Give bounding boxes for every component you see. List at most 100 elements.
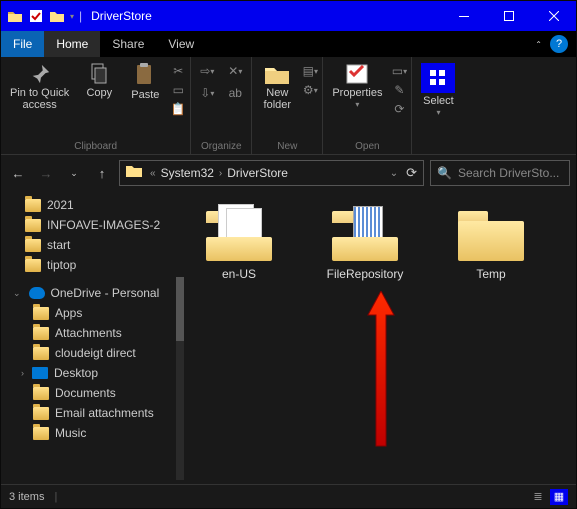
chevron-right-icon[interactable]: › [217, 168, 224, 179]
tree-item[interactable]: Music [1, 423, 184, 443]
copy-path-icon[interactable]: ▭ [170, 82, 186, 98]
group-open: Properties ▾ ▭▾ ✎ ⟳ Open [323, 57, 412, 154]
folder-icon [25, 259, 41, 272]
tab-view[interactable]: View [156, 31, 206, 57]
maximize-button[interactable] [486, 1, 531, 31]
folder-icon [7, 8, 23, 24]
pin-quick-access-button[interactable]: Pin to Quick access [5, 61, 74, 113]
recent-dropdown[interactable]: ⌄ [63, 162, 85, 184]
file-explorer-window: ▾ | DriverStore File Home Share View ⌃ ? [0, 0, 577, 509]
icons-view-button[interactable]: ▦ [550, 489, 568, 505]
tab-share[interactable]: Share [100, 31, 156, 57]
properties-button[interactable]: Properties ▾ [327, 61, 387, 112]
menu-bar: File Home Share View ⌃ ? [1, 31, 576, 57]
status-bar: 3 items | ≣ ▦ [1, 484, 576, 508]
tab-file[interactable]: File [1, 31, 44, 57]
scrollbar-thumb[interactable] [176, 277, 184, 341]
folder-label: en-US [222, 267, 256, 281]
folder-icon [33, 387, 49, 400]
tree-label: OneDrive - Personal [51, 286, 160, 300]
move-to-icon[interactable]: ⇨▾ [199, 63, 215, 79]
tree-item[interactable]: start [1, 235, 184, 255]
paste-button[interactable]: Paste [124, 61, 166, 103]
tree-item[interactable]: Email attachments [1, 403, 184, 423]
tab-home[interactable]: Home [44, 31, 100, 57]
tree-item[interactable]: ›Desktop [1, 363, 184, 383]
tree-item[interactable]: Attachments [1, 323, 184, 343]
group-organize-label: Organize [195, 139, 247, 152]
address-row: ← → ⌄ ↑ « System32 › DriverStore ⌄ ⟳ 🔍 S… [1, 155, 576, 191]
copy-label: Copy [86, 87, 112, 99]
tree-item[interactable]: Documents [1, 383, 184, 403]
easy-access-icon[interactable]: ⚙▾ [302, 82, 318, 98]
select-button[interactable]: Select ▾ [416, 61, 460, 120]
scrollbar[interactable] [176, 277, 184, 480]
folder-icon [33, 347, 49, 360]
delete-icon[interactable]: ✕▾ [227, 63, 243, 79]
tree-item[interactable]: 2021 [1, 195, 184, 215]
tree-label: cloudeigt direct [55, 346, 136, 360]
separator: | [79, 9, 82, 23]
location-icon [120, 164, 148, 182]
tree-label: 2021 [47, 198, 74, 212]
folder-en-us[interactable]: en-US [194, 209, 284, 281]
group-new-label: New [256, 139, 318, 152]
titlebar: ▾ | DriverStore [1, 1, 576, 31]
content-pane[interactable]: en-US FileRepository Temp [184, 191, 576, 484]
copy-button[interactable]: Copy [78, 61, 120, 101]
tree-item[interactable]: Apps [1, 303, 184, 323]
breadcrumb-seg-driverstore[interactable]: DriverStore [224, 166, 291, 180]
back-button[interactable]: ← [7, 162, 29, 184]
minimize-button[interactable] [441, 1, 486, 31]
chevron-down-icon[interactable]: ▾ [70, 12, 74, 21]
folder-icon [33, 327, 49, 340]
up-button[interactable]: ↑ [91, 162, 113, 184]
tree-item[interactable]: INFOAVE-IMAGES-2 [1, 215, 184, 235]
save-icon[interactable] [28, 8, 44, 24]
chevron-left-icon[interactable]: « [148, 168, 158, 179]
tree-item[interactable]: cloudeigt direct [1, 343, 184, 363]
open-icon[interactable]: ▭▾ [391, 63, 407, 79]
help-icon[interactable]: ? [550, 35, 568, 53]
chevron-down-icon[interactable]: ⌄ [388, 168, 400, 179]
close-button[interactable] [531, 1, 576, 31]
tree-pane[interactable]: 2021 INFOAVE-IMAGES-2 start tiptop ⌄ OneD… [1, 191, 184, 484]
tree-label: Apps [55, 306, 82, 320]
edit-icon[interactable]: ✎ [391, 82, 407, 98]
folder-label: Temp [476, 267, 505, 281]
ribbon: Pin to Quick access Copy Paste ✂ ▭ 📋 Cli… [1, 57, 576, 155]
forward-button[interactable]: → [35, 162, 57, 184]
collapse-ribbon-icon[interactable]: ⌃ [535, 40, 542, 49]
group-organize: ⇨▾ ⇩▾ ✕▾ ab Organize [191, 57, 252, 154]
address-bar[interactable]: « System32 › DriverStore ⌄ ⟳ [119, 160, 424, 186]
folder-icon [33, 427, 49, 440]
chevron-down-icon[interactable]: ⌄ [13, 288, 21, 299]
folder-filerepository[interactable]: FileRepository [320, 209, 410, 281]
folder-icon [33, 407, 49, 420]
tree-label: start [47, 238, 70, 252]
rename-icon[interactable]: ab [227, 85, 243, 101]
cut-icon[interactable]: ✂ [170, 63, 186, 79]
breadcrumb-seg-system32[interactable]: System32 [158, 166, 217, 180]
tree-label: INFOAVE-IMAGES-2 [47, 218, 160, 232]
item-count: 3 items [9, 491, 44, 503]
tree-label: Music [55, 426, 86, 440]
paste-shortcut-icon[interactable]: 📋 [170, 101, 186, 117]
new-item-icon[interactable]: ▤▾ [302, 63, 318, 79]
select-label: Select [423, 95, 454, 107]
copy-to-icon[interactable]: ⇩▾ [199, 85, 215, 101]
body: 2021 INFOAVE-IMAGES-2 start tiptop ⌄ OneD… [1, 191, 576, 484]
new-folder-label: New folder [264, 87, 292, 111]
folder-icon [25, 239, 41, 252]
new-folder-button[interactable]: New folder [256, 61, 298, 113]
folder-temp[interactable]: Temp [446, 209, 536, 281]
refresh-icon[interactable]: ⟳ [406, 165, 417, 181]
search-placeholder: Search DriverSto... [458, 166, 559, 180]
chevron-right-icon[interactable]: › [21, 368, 24, 378]
tree-item[interactable]: tiptop [1, 255, 184, 275]
pin-label: Pin to Quick access [10, 87, 69, 111]
search-input[interactable]: 🔍 Search DriverSto... [430, 160, 570, 186]
details-view-button[interactable]: ≣ [529, 489, 547, 505]
tree-onedrive[interactable]: ⌄ OneDrive - Personal [1, 283, 184, 303]
history-icon[interactable]: ⟳ [391, 101, 407, 117]
